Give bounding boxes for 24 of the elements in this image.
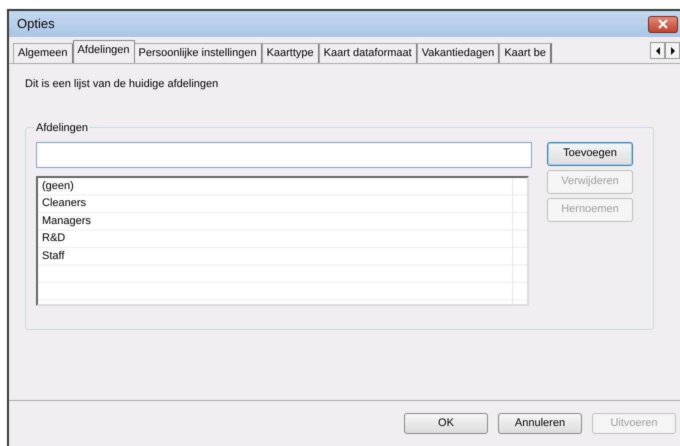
scroll-right-icon: [668, 46, 676, 56]
tab[interactable]: Kaarttype: [262, 43, 320, 63]
list-item[interactable]: Staff: [38, 248, 527, 265]
dialog-button[interactable]: OK: [404, 413, 488, 434]
tab[interactable]: Afdelingen: [72, 40, 135, 63]
dialog-button[interactable]: Toevoegen: [547, 142, 633, 166]
list-item[interactable]: Cleaners: [38, 195, 527, 212]
input-field[interactable]: [36, 142, 532, 168]
tab-scroll-button[interactable]: [665, 42, 680, 59]
tab[interactable]: Kaart be: [499, 43, 552, 63]
tab-scroll-button[interactable]: [650, 42, 665, 59]
description-text: Dit is een lijst van de huidige afdelingen: [25, 77, 220, 92]
scroll-left-icon: [654, 46, 662, 56]
list-item[interactable]: R&D: [38, 230, 527, 248]
list-item[interactable]: Managers: [38, 212, 527, 230]
dialog-button[interactable]: Annuleren: [498, 413, 582, 434]
tab[interactable]: Vakantiedagen: [416, 43, 500, 63]
close-button[interactable]: [648, 16, 678, 32]
tab[interactable]: Kaart dataformaat: [318, 43, 418, 63]
tab[interactable]: Persoonlijke instellingen: [134, 43, 263, 63]
tab[interactable]: Algemeen: [13, 43, 74, 63]
window-title: Opties: [17, 15, 55, 34]
list-item[interactable]: (geen): [38, 178, 527, 195]
close-icon: [658, 19, 668, 30]
